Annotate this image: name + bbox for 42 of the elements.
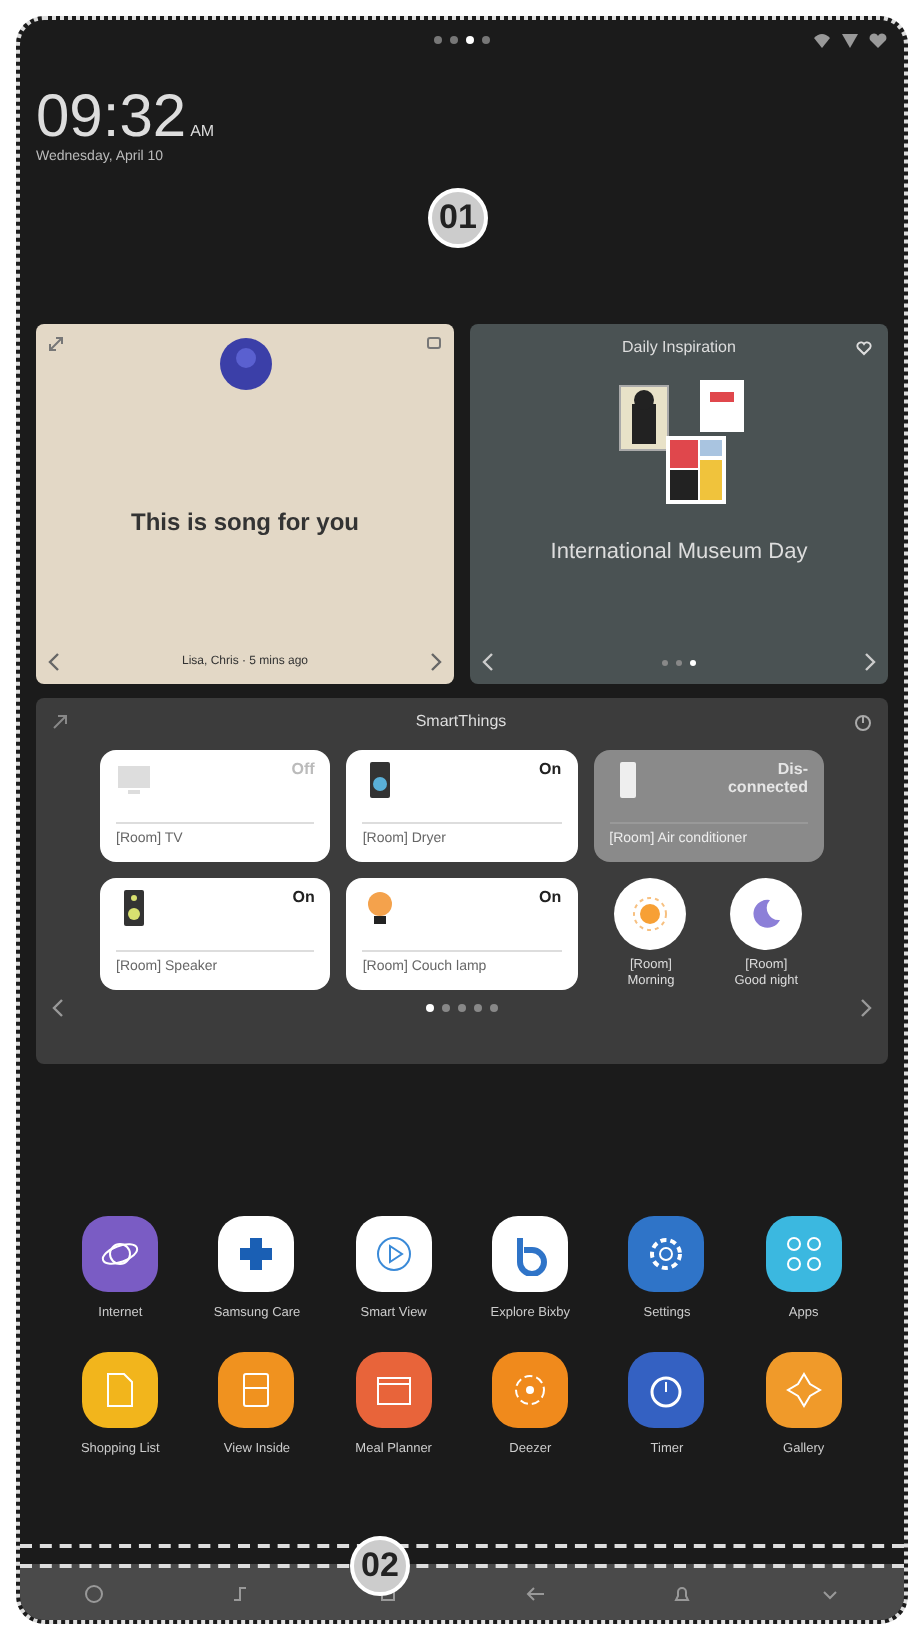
app-button[interactable] [492,1216,569,1292]
clock-ampm: AM [190,122,215,140]
scene-button[interactable] [614,878,687,950]
device-status: Off [291,762,315,780]
card-caption: International Museum Day [550,538,808,568]
clock-time: 09:32 [36,84,187,150]
power-icon[interactable] [853,713,872,731]
wifi-icon [812,32,832,48]
app-button[interactable] [628,1216,705,1292]
song-title: This is song for you [130,506,359,540]
collapse-icon[interactable] [52,714,68,730]
tv-icon [116,762,152,798]
app-button[interactable] [492,1351,569,1428]
app-button[interactable] [218,1216,295,1292]
app-button[interactable] [355,1216,432,1292]
sun-icon [632,896,669,932]
heart-icon[interactable] [856,340,872,356]
app-button[interactable] [82,1216,159,1292]
avatar-icon [217,336,273,392]
heart-icon [868,32,888,48]
grid-icon [781,1232,826,1276]
device-status: Dis- connected [727,762,808,798]
callout-number: 01 [428,188,488,248]
card-title: Daily Inspiration [622,336,736,360]
play-icon [371,1232,416,1276]
app-button[interactable] [765,1351,842,1428]
panel-title: SmartThings [415,710,507,734]
back-icon[interactable] [525,1584,546,1604]
device-status: On [539,890,562,908]
device-status: On [292,890,315,908]
expand-icon[interactable] [48,336,64,352]
signal-icon [840,32,860,48]
bell-icon[interactable] [672,1584,693,1604]
callout-number: 02 [350,1536,410,1596]
scene-button[interactable] [730,878,803,950]
app-button[interactable] [218,1351,295,1428]
app-button[interactable] [628,1351,705,1428]
app-button[interactable] [355,1351,432,1428]
app-button[interactable] [82,1351,159,1428]
app-button[interactable] [765,1216,842,1292]
moon-icon [748,896,785,932]
device-status: On [539,762,562,780]
